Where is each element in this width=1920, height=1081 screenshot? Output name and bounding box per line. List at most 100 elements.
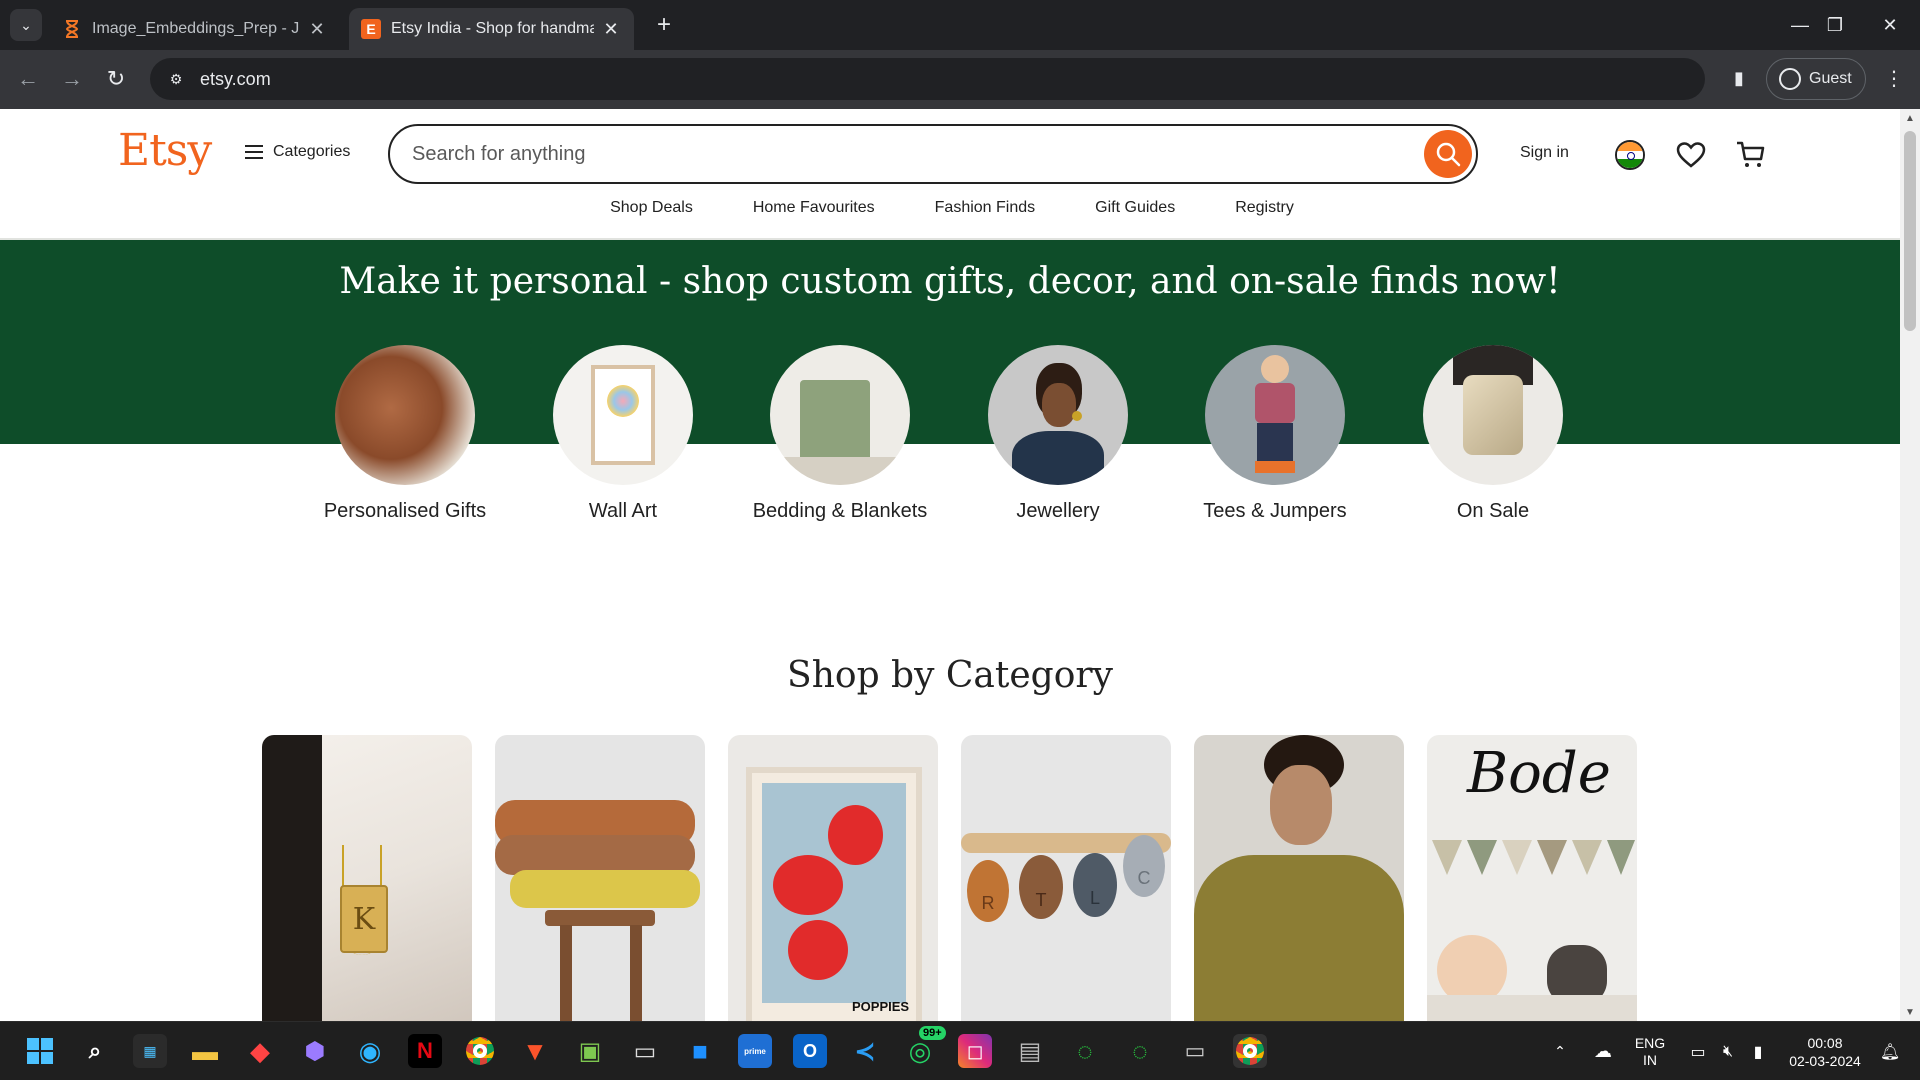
search-button[interactable] <box>1424 130 1472 178</box>
close-icon[interactable]: ✕ <box>306 18 328 40</box>
nav-registry[interactable]: Registry <box>1235 199 1294 235</box>
card-knitwear[interactable] <box>495 735 705 1021</box>
onedrive-icon[interactable]: ☁ <box>1588 1022 1618 1081</box>
wall-art-image <box>553 345 693 485</box>
section-title: Shop by Category <box>787 655 1113 696</box>
outlook-icon[interactable]: O <box>793 1034 827 1068</box>
file-explorer-icon[interactable]: ▬ <box>188 1034 222 1068</box>
hourglass-icon <box>62 19 82 39</box>
etsy-logo[interactable]: Etsy <box>118 125 212 176</box>
app-diamond-icon[interactable]: ◆ <box>243 1034 277 1068</box>
reload-icon[interactable]: ↻ <box>100 63 132 95</box>
store-icon[interactable]: ▦ <box>133 1034 167 1068</box>
etsy-e-icon: E <box>361 19 381 39</box>
hero-title: Make it personal - shop custom gifts, de… <box>339 261 1561 302</box>
search-input[interactable] <box>412 142 1424 166</box>
circle-bedding-blankets[interactable]: Bedding & Blankets <box>731 345 949 524</box>
tab-jupyter[interactable]: Image_Embeddings_Prep - Jupyter ✕ <box>50 8 340 50</box>
vscode-icon[interactable]: ≺ <box>848 1034 882 1068</box>
categories-label: Categories <box>273 143 351 160</box>
blanket-image <box>770 345 910 485</box>
etsy-page: Etsy Categories Sign in Shop Deals Home … <box>0 109 1900 1021</box>
key-letter: T <box>1019 855 1063 919</box>
favorites-heart-icon[interactable] <box>1675 139 1707 171</box>
taskbar: ⌕ ▦ ▬ ◆ ⬢ ◉ N ▼ ▣ ▭ ■ prime O ≺ ◎ 99+ ◻ … <box>0 1021 1920 1080</box>
circle-personalised-gifts[interactable]: Personalised Gifts <box>296 345 514 524</box>
app-blue-icon[interactable]: ■ <box>683 1034 717 1068</box>
browser-menu-icon[interactable]: ⋮ <box>1880 64 1908 92</box>
whatsapp-icon[interactable]: ◎ 99+ <box>903 1026 946 1068</box>
netflix-icon[interactable]: N <box>408 1034 442 1068</box>
circle-wall-art[interactable]: Wall Art <box>514 345 732 524</box>
network-icon[interactable]: ▭ <box>1683 1022 1713 1081</box>
sign-text: Bode <box>1467 741 1611 806</box>
new-tab-button[interactable]: + <box>650 11 678 39</box>
sub-navigation: Shop Deals Home Favourites Fashion Finds… <box>0 199 1900 235</box>
windows-start-icon[interactable] <box>23 1034 57 1068</box>
profile-button[interactable]: Guest <box>1766 58 1866 100</box>
card-poster[interactable]: POPPIES <box>728 735 938 1021</box>
kid-image <box>1205 345 1345 485</box>
cart-icon[interactable] <box>1735 139 1767 171</box>
nav-gift-guides[interactable]: Gift Guides <box>1095 199 1175 235</box>
scroll-up-icon[interactable]: ▲ <box>1900 109 1920 127</box>
tab-etsy[interactable]: E Etsy India - Shop for handmade ✕ <box>349 8 634 50</box>
card-necklace[interactable]: K <box>262 735 472 1021</box>
side-panel-icon[interactable]: ▮ <box>1725 64 1753 92</box>
profile-label: Guest <box>1809 70 1852 87</box>
categories-button[interactable]: Categories <box>245 143 350 161</box>
card-nursery[interactable]: Bode <box>1427 735 1637 1021</box>
circle-jewellery[interactable]: Jewellery <box>949 345 1167 524</box>
chrome-active-icon[interactable] <box>1233 1034 1267 1068</box>
chevron-up-icon[interactable]: ⌃ <box>1545 1022 1575 1081</box>
nav-home-favourites[interactable]: Home Favourites <box>753 199 875 235</box>
tab-title: Etsy India - Shop for handmade <box>391 20 594 37</box>
chrome-icon[interactable] <box>463 1034 497 1068</box>
close-window-icon[interactable]: ✕ <box>1860 0 1920 50</box>
pendant-letter: K <box>340 885 388 953</box>
back-icon[interactable]: ← <box>12 63 44 95</box>
photos-icon[interactable]: ▣ <box>573 1034 607 1068</box>
cmd-icon[interactable]: ▭ <box>1178 1034 1212 1068</box>
battery-icon[interactable]: ▮ <box>1743 1022 1773 1081</box>
card-keychains[interactable]: R T L C <box>961 735 1171 1021</box>
address-bar[interactable]: ⚙ etsy.com <box>150 58 1705 100</box>
language-indicator[interactable]: ENG IN <box>1630 1022 1670 1081</box>
brave-icon[interactable]: ▼ <box>518 1034 552 1068</box>
notification-badge: 99+ <box>919 1026 946 1040</box>
nav-fashion-finds[interactable]: Fashion Finds <box>935 199 1036 235</box>
restore-icon[interactable]: ❐ <box>1805 0 1865 50</box>
lang-line1: ENG <box>1634 1034 1666 1051</box>
forward-icon[interactable]: → <box>56 63 88 95</box>
app-ring-icon[interactable]: ◌ <box>1068 1034 1102 1068</box>
copilot-icon[interactable]: ⬢ <box>298 1034 332 1068</box>
close-icon[interactable]: ✕ <box>600 18 622 40</box>
browser-tab-bar: ⌄ Image_Embeddings_Prep - Jupyter ✕ E Et… <box>0 0 1920 50</box>
circle-tees-jumpers[interactable]: Tees & Jumpers <box>1166 345 1384 524</box>
instagram-icon[interactable]: ◻ <box>958 1034 992 1068</box>
circle-on-sale[interactable]: On Sale <box>1384 345 1602 524</box>
notification-bell-icon[interactable]: 🔔︎ <box>1875 1022 1905 1081</box>
nav-shop-deals[interactable]: Shop Deals <box>610 199 693 235</box>
volume-muted-icon[interactable]: 🔇︎ <box>1713 1022 1743 1081</box>
search-icon <box>1436 142 1461 167</box>
edge-icon[interactable]: ◉ <box>353 1034 387 1068</box>
card-clothing[interactable] <box>1194 735 1404 1021</box>
poster-text: POPPIES <box>852 999 910 1014</box>
scrollbar-thumb[interactable] <box>1904 131 1916 331</box>
terminal-icon[interactable]: ▭ <box>628 1034 662 1068</box>
prime-video-icon[interactable]: prime <box>738 1034 772 1068</box>
clock[interactable]: 00:08 02-03-2024 <box>1780 1022 1870 1081</box>
india-flag-icon[interactable] <box>1615 140 1645 170</box>
tab-search-button[interactable]: ⌄ <box>10 9 42 41</box>
search-icon[interactable]: ⌕ <box>78 1034 112 1068</box>
date: 02-03-2024 <box>1789 1052 1861 1069</box>
site-info-icon[interactable]: ⚙ <box>164 67 188 91</box>
app-window-icon[interactable]: ▤ <box>1013 1034 1047 1068</box>
app-ring2-icon[interactable]: ◌ <box>1123 1034 1157 1068</box>
sign-in-link[interactable]: Sign in <box>1520 144 1569 162</box>
circle-label: Jewellery <box>1016 500 1100 522</box>
page-scrollbar[interactable]: ▲ ▼ <box>1900 109 1920 1021</box>
tab-title: Image_Embeddings_Prep - Jupyter <box>92 20 300 37</box>
scroll-down-icon[interactable]: ▼ <box>1900 1003 1920 1021</box>
